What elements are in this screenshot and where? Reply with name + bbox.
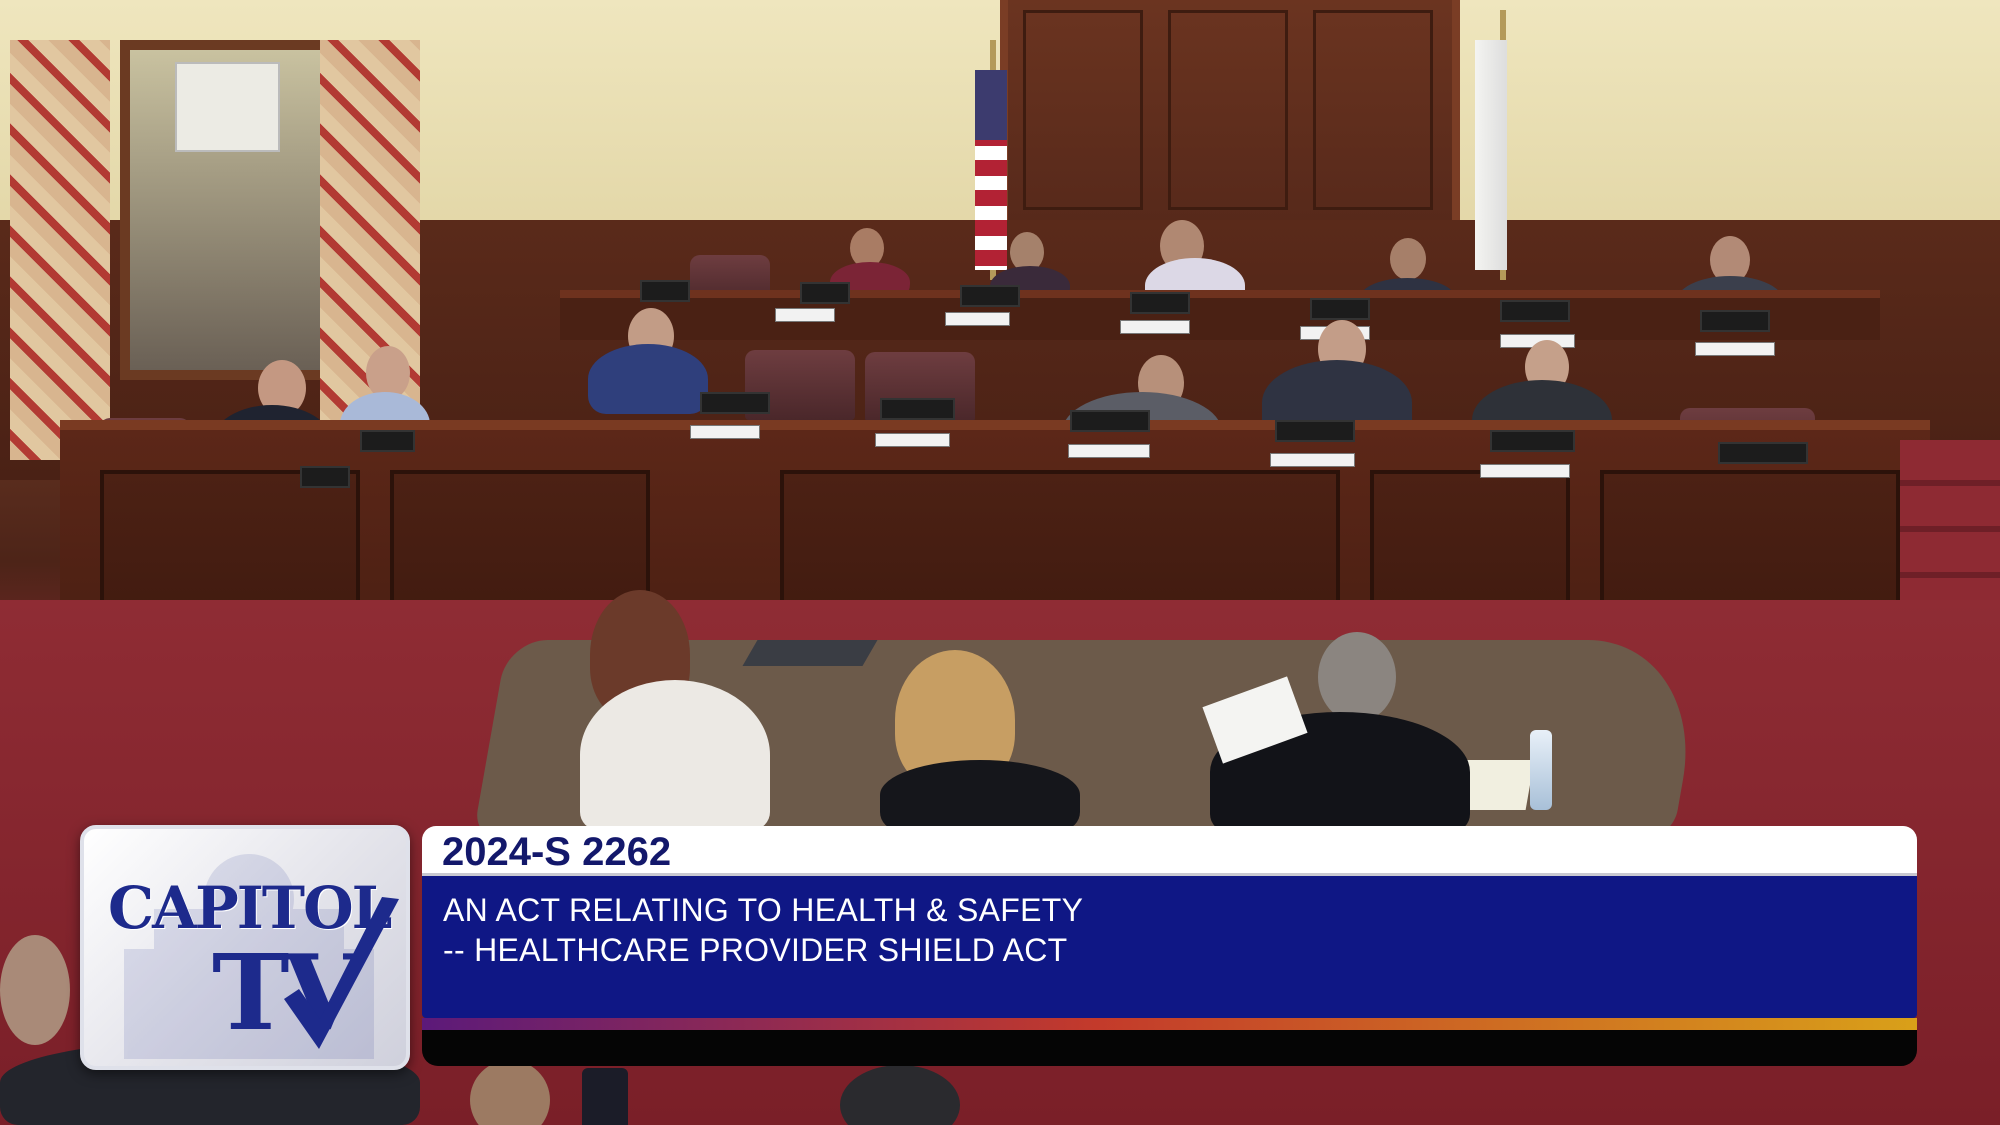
monitor [960, 285, 1020, 307]
state-flag-icon [1475, 40, 1507, 270]
nameplate [1480, 464, 1570, 478]
lower-third-footer-bar [422, 1030, 1917, 1066]
nameplate [1068, 444, 1150, 458]
monitor [360, 430, 415, 452]
monitor [1500, 300, 1570, 322]
nameplate [1120, 320, 1190, 334]
monitor [800, 282, 850, 304]
nameplate [945, 312, 1010, 326]
water-bottle [1530, 730, 1552, 810]
capitol-tv-logo: CAPITOL TV [80, 825, 410, 1070]
accent-stripe [422, 1018, 1917, 1030]
nameplate [875, 433, 950, 447]
audience-head [0, 935, 70, 1045]
american-flag-icon [975, 70, 1007, 270]
bill-description-bar: AN ACT RELATING TO HEALTH & SAFETY -- HE… [422, 876, 1917, 1018]
bill-title-line-1: AN ACT RELATING TO HEALTH & SAFETY [443, 892, 1084, 928]
video-frame: CAPITOL TV 2024-S 2262 AN ACT RELATING T… [0, 0, 2000, 1125]
witness-head [1318, 632, 1396, 722]
bill-title-line-2: -- HEALTHCARE PROVIDER SHIELD ACT [443, 932, 1068, 968]
bill-number: 2024-S 2262 [442, 830, 672, 874]
nameplate [775, 308, 835, 322]
bill-number-bar: 2024-S 2262 [422, 826, 1917, 876]
phone [582, 1068, 628, 1125]
monitor [1490, 430, 1575, 452]
checkmark-icon [284, 897, 399, 1049]
monitor [1718, 442, 1808, 464]
witness [880, 760, 1080, 830]
wood-panel-wall [1000, 0, 1460, 240]
monitor [640, 280, 690, 302]
monitor [1130, 292, 1190, 314]
laptop [742, 640, 878, 666]
monitor [1700, 310, 1770, 332]
witness [580, 680, 770, 830]
nameplate [690, 425, 760, 439]
monitor [880, 398, 955, 420]
nameplate [1270, 453, 1355, 467]
air-conditioner [175, 62, 280, 152]
monitor [700, 392, 770, 414]
curtain-left [10, 40, 110, 460]
person-head [1390, 238, 1426, 280]
monitor [300, 466, 350, 488]
nameplate [1695, 342, 1775, 356]
monitor [1070, 410, 1150, 432]
monitor [1310, 298, 1370, 320]
person [588, 344, 708, 414]
upper-dais [560, 290, 1880, 340]
monitor [1275, 420, 1355, 442]
